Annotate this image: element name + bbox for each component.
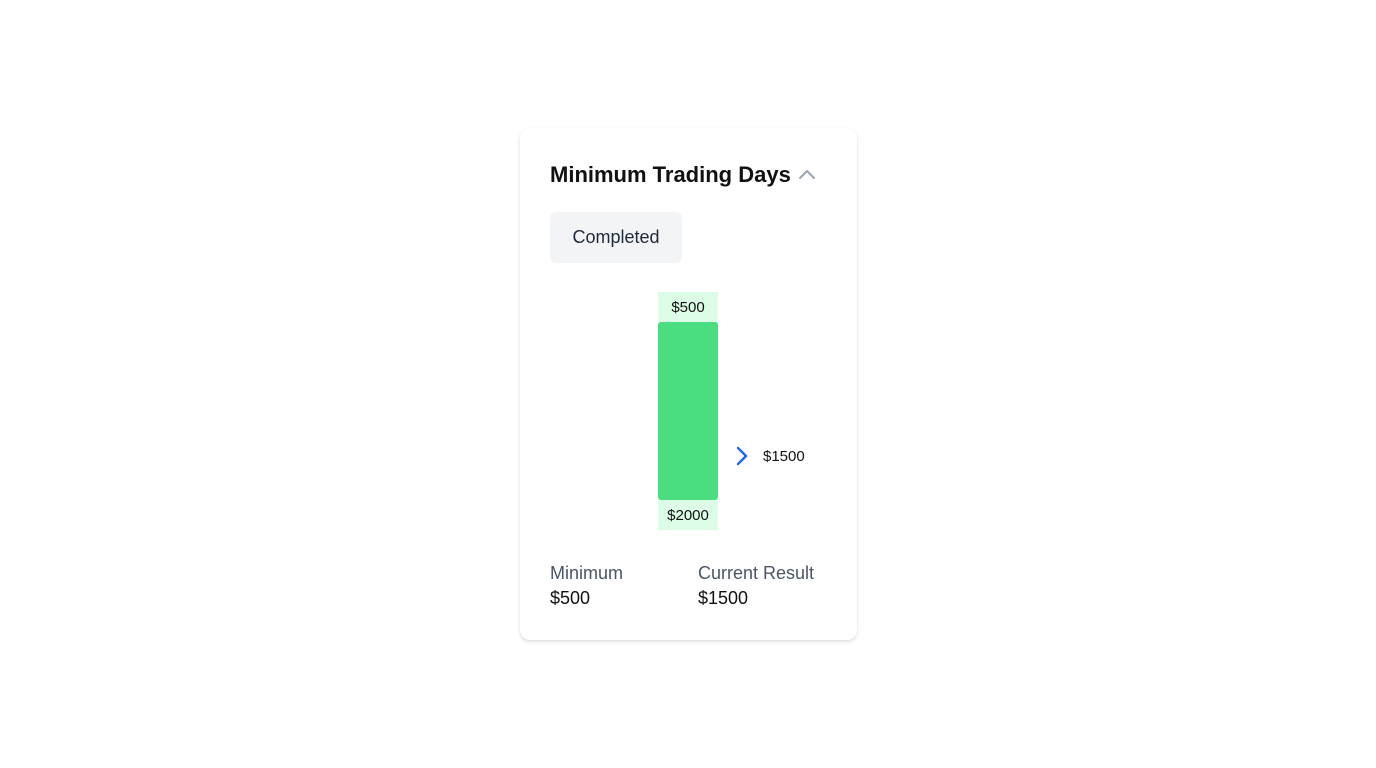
current-result-label: Current Result xyxy=(698,563,815,583)
progress-top-label: $500 xyxy=(658,292,718,322)
card-title: Minimum Trading Days xyxy=(550,162,791,187)
minimum-label: Minimum xyxy=(550,563,624,583)
card-header[interactable]: Minimum Trading Days xyxy=(550,160,819,190)
minimum-stat: Minimum $500 xyxy=(550,561,623,611)
chevron-up-icon[interactable] xyxy=(795,163,819,187)
current-result-marker: $1500 xyxy=(733,444,805,468)
current-result-stat: Current Result $1500 xyxy=(698,561,814,611)
progress-bar-fill xyxy=(658,322,718,500)
marker-label: $1500 xyxy=(763,447,805,465)
chevron-right-icon xyxy=(733,445,751,467)
progress-bar: $500 $2000 xyxy=(658,292,718,530)
minimum-trading-days-card: Minimum Trading Days Completed $500 $200… xyxy=(520,128,857,640)
current-result-value: $1500 xyxy=(698,588,749,608)
status-badge: Completed xyxy=(550,212,682,263)
progress-bottom-label: $2000 xyxy=(658,500,718,530)
minimum-value: $500 xyxy=(550,588,591,608)
